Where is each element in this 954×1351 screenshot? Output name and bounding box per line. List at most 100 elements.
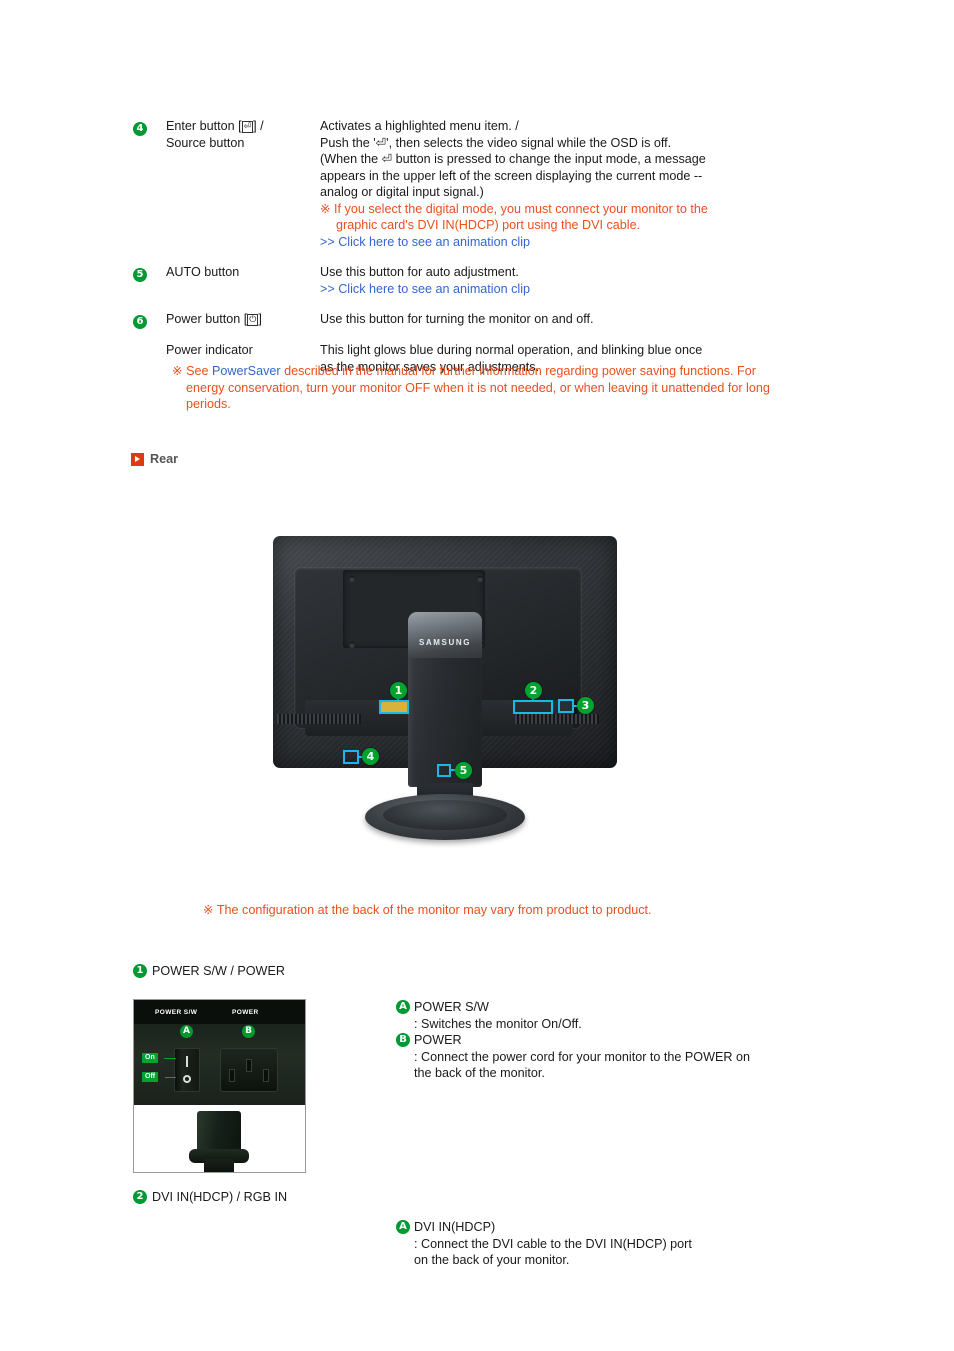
section-2-title: 2 DVI IN(HDCP) / RGB IN <box>133 1190 287 1204</box>
table-row: 6 Power button [⏻] Use this button for t… <box>133 311 823 331</box>
callout-marker-1[interactable]: 1 <box>390 682 407 699</box>
powersaver-note: ※ See PowerSaver described in the manual… <box>172 363 772 413</box>
item-body-line: : Connect the power cord for your monito… <box>414 1049 750 1064</box>
item-body-line: : Switches the monitor On/Off. <box>414 1016 582 1031</box>
callout-box-4 <box>343 750 359 764</box>
callout-marker-5[interactable]: 5 <box>455 762 472 779</box>
desc-line: This light glows blue during normal oper… <box>320 343 703 357</box>
row-label-cell: AUTO button <box>166 264 320 281</box>
section-1-descriptions: A POWER S/W : Switches the monitor On/Of… <box>396 999 796 1082</box>
section-2-title-label: DVI IN(HDCP) / RGB IN <box>152 1190 288 1204</box>
auto-button-label: AUTO button <box>166 265 240 279</box>
photo-label-power: POWER <box>232 1009 259 1016</box>
vesa-screw-icon <box>349 576 355 582</box>
rear-heading-label: Rear <box>150 452 179 466</box>
tag-on-leader-line <box>164 1058 176 1059</box>
description-item: B POWER : Connect the power cord for you… <box>396 1032 796 1082</box>
animation-clip-link[interactable]: >> Click here to see an animation clip <box>320 234 823 251</box>
tag-off: Off <box>142 1072 159 1082</box>
section-1-title-label: POWER S/W / POWER <box>152 964 285 978</box>
power-button-label-part2: ] <box>258 312 262 326</box>
tag-on: On <box>142 1053 158 1063</box>
desc-line: appears in the upper left of the screen … <box>320 168 703 183</box>
table-row: 4 Enter button [⏎] / Source button Activ… <box>133 118 823 250</box>
desc-line: Push the '⏎', then selects the video sig… <box>320 135 672 150</box>
power-button-label-part1: Power button [ <box>166 312 248 326</box>
item-body: : Switches the monitor On/Off. <box>396 1016 796 1033</box>
power-icon: ⏻ <box>247 314 259 326</box>
rocker-on-mark-icon <box>186 1056 188 1067</box>
configuration-note: ※ The configuration at the back of the m… <box>203 903 652 917</box>
power-panel-closeup: POWER S/W POWER A B On Off <box>134 1000 305 1105</box>
callout-box-3 <box>558 699 574 713</box>
row-desc-cell: Use this button for auto adjustment. >> … <box>320 264 823 297</box>
item-head: A DVI IN(HDCP) <box>396 1219 796 1236</box>
monitor-stand-neck: SAMSUNG <box>408 612 482 787</box>
item-body-line: : Connect the DVI cable to the DVI IN(HD… <box>414 1236 692 1251</box>
monitor-stand-base-inner <box>383 800 507 830</box>
row-number-cell: 6 <box>133 311 166 331</box>
item-head: A POWER S/W <box>396 999 796 1016</box>
digital-mode-note: ※ If you select the digital mode, you mu… <box>320 201 708 216</box>
badge-letter-a: A <box>396 1000 410 1015</box>
enter-button-label-part1: Enter button [ <box>166 119 242 133</box>
monitor-neck-top <box>408 612 482 658</box>
table-row: 5 AUTO button Use this button for auto a… <box>133 264 823 297</box>
row-number-cell <box>133 342 166 344</box>
photo-badge-b: B <box>242 1025 255 1038</box>
photo-label-power-sw: POWER S/W <box>155 1009 198 1016</box>
item-body-line: on the back of your monitor. <box>414 1253 570 1267</box>
power-switch-photo: POWER S/W POWER A B On Off <box>133 999 306 1173</box>
callout-box-5 <box>437 764 451 777</box>
item-title: DVI IN(HDCP) <box>414 1220 496 1234</box>
tag-off-leader-line <box>165 1077 176 1078</box>
vent-grille-left <box>277 714 361 724</box>
item-body: : Connect the DVI cable to the DVI IN(HD… <box>396 1236 796 1269</box>
desc-line: (When the ⏎ button is pressed to change … <box>320 152 706 166</box>
source-button-label: Source button <box>166 135 245 150</box>
row-label-cell: Power button [⏻] <box>166 311 320 328</box>
enter-button-label-part2: ] / <box>253 119 264 133</box>
note-pre-text: See <box>186 364 212 378</box>
item-title: POWER <box>414 1033 462 1047</box>
desc-line: Use this button for auto adjustment. <box>320 265 519 279</box>
note-mark-icon: ※ <box>172 364 183 378</box>
samsung-logo: SAMSUNG <box>418 638 472 647</box>
animation-clip-link[interactable]: >> Click here to see an animation clip <box>320 281 823 298</box>
photo-badge-a: A <box>180 1025 193 1038</box>
rocker-off-mark-icon <box>183 1075 191 1083</box>
socket-pin-icon <box>263 1069 269 1082</box>
callout-box-1 <box>379 700 409 714</box>
row-number-cell: 5 <box>133 264 166 284</box>
socket-pin-icon <box>246 1059 252 1072</box>
rocker-switch <box>174 1048 200 1092</box>
desc-line: Activates a highlighted menu item. / <box>320 119 519 133</box>
vesa-screw-icon <box>477 576 483 582</box>
row-desc-cell: Activates a highlighted menu item. / Pus… <box>320 118 823 250</box>
item-title: POWER S/W <box>414 1000 489 1014</box>
item-body: : Connect the power cord for your monito… <box>396 1049 796 1082</box>
callout-box-2 <box>513 700 553 714</box>
badge-number-4: 4 <box>133 121 147 136</box>
callout-marker-4[interactable]: 4 <box>362 748 379 765</box>
section-2-descriptions: A DVI IN(HDCP) : Connect the DVI cable t… <box>396 1219 796 1269</box>
monitor-rear-photo: SAMSUNG 1 2 3 4 5 <box>265 530 625 860</box>
rear-section-heading: Rear <box>131 452 178 466</box>
description-item: A POWER S/W : Switches the monitor On/Of… <box>396 999 796 1032</box>
desc-line: Use this button for turning the monitor … <box>320 312 594 326</box>
power-indicator-label: Power indicator <box>166 343 253 357</box>
badge-number-6: 6 <box>133 314 147 329</box>
button-spec-table: 4 Enter button [⏎] / Source button Activ… <box>133 118 823 386</box>
callout-marker-2[interactable]: 2 <box>525 682 542 699</box>
enter-icon: ⏎ <box>241 121 254 133</box>
badge-number-2: 2 <box>133 1190 147 1204</box>
badge-number-5: 5 <box>133 267 147 282</box>
row-number-cell: 4 <box>133 118 166 138</box>
arrow-right-icon <box>131 452 144 466</box>
callout-marker-3[interactable]: 3 <box>577 697 594 714</box>
powersaver-link[interactable]: PowerSaver <box>212 364 281 378</box>
badge-letter-b: B <box>396 1033 410 1048</box>
row-label-cell: Power indicator <box>166 342 320 359</box>
row-label-cell: Enter button [⏎] / Source button <box>166 118 320 151</box>
digital-mode-note-cont: graphic card's DVI IN(HDCP) port using t… <box>336 218 641 232</box>
